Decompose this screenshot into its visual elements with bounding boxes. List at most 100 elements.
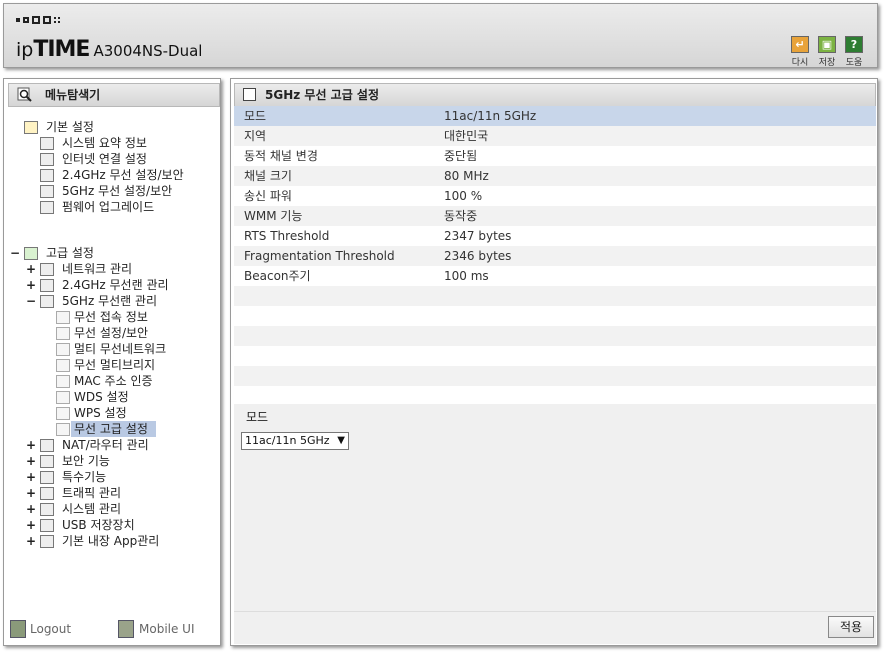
tree-label: 트래픽 관리 [62,486,122,500]
menu-label: 시스템 요약 정보 [62,136,147,150]
row-value: 100 % [444,189,483,203]
apply-button[interactable]: 적용 [828,616,874,638]
collapse-toggle[interactable]: − [10,245,20,261]
menu-label: 펌웨어 업그레이드 [62,200,155,214]
tree-network-mgmt[interactable]: + 네트워크 관리 [26,261,206,277]
logout-icon [10,620,26,638]
tree-system[interactable]: + 시스템 관리 [26,501,216,517]
tree-label: 2.4GHz 무선랜 관리 [62,278,169,292]
menu-panel: 메뉴탐색기 기본 설정 시스템 요약 정보 인터넷 연결 설정 2.4GHz 무… [3,78,221,646]
menu-label: 5GHz 무선 설정/보안 [62,184,173,198]
menu-label: 무선 고급 설정 [71,421,156,437]
expand-toggle[interactable]: + [26,501,36,517]
expand-toggle[interactable]: + [26,469,36,485]
expand-toggle[interactable]: + [26,533,36,549]
menu-label: 무선 설정/보안 [74,326,149,340]
special-icon [40,471,54,484]
help-button[interactable]: ? 도움 [842,36,866,68]
mode-select[interactable]: 11ac/11n 5GHz ▼ [241,432,349,450]
page-icon [56,327,70,340]
menu-wifi5-setup[interactable]: 5GHz 무선 설정/보안 [40,183,215,199]
menu-wifi5-wps[interactable]: WPS 설정 [56,405,216,421]
expand-toggle[interactable]: + [26,261,36,277]
menu-wifi5-conn-info[interactable]: 무선 접속 정보 [56,309,216,325]
page-icon [56,375,70,388]
row-value: 2346 bytes [444,249,512,263]
settings-page-icon [243,88,256,101]
refresh-button[interactable]: ↵ 다시 [788,36,812,68]
chart-icon [40,503,54,516]
menu-wifi5-security[interactable]: 무선 설정/보안 [56,325,216,341]
expand-toggle[interactable]: + [26,437,36,453]
row-key: 송신 파워 [244,189,292,203]
section-title: 5GHz 무선 고급 설정 [234,83,876,107]
refresh-label: 다시 [791,58,809,68]
tree-wifi5-mgmt[interactable]: − 5GHz 무선랜 관리 [26,293,216,309]
row-key: WMM 기능 [244,209,303,223]
mode-select-value: 11ac/11n 5GHz [245,434,330,447]
menu-wifi5-wds[interactable]: WDS 설정 [56,389,216,405]
row-value: 대한민국 [444,129,489,143]
expand-toggle[interactable]: + [26,453,36,469]
menu-wifi5-advanced[interactable]: 무선 고급 설정 [56,421,216,437]
logout-button[interactable]: Logout [10,619,90,639]
save-icon: ▣ [818,36,836,53]
expand-toggle[interactable]: + [26,517,36,533]
tree-label: 시스템 관리 [62,502,122,516]
content-panel: 5GHz 무선 고급 설정 모드 11ac/11n 5GHz 지역 대한민국 동적 … [230,78,878,646]
lock-icon [40,455,54,468]
wifi-icon [40,185,54,198]
tree-special[interactable]: + 특수기능 [26,469,216,485]
row-key: 모드 [244,109,267,123]
section-title-text: 5GHz 무선 고급 설정 [265,88,380,102]
expand-toggle[interactable]: + [26,277,36,293]
row-key: 채널 크기 [244,169,292,183]
table-row: 동적 채널 변경 중단됨 [234,146,876,166]
row-key: RTS Threshold [244,229,330,243]
tree-security[interactable]: + 보안 기능 [26,453,216,469]
row-value: 80 MHz [444,169,489,183]
refresh-icon: ↵ [791,36,809,53]
menu-firmware-upgrade[interactable]: 펌웨어 업그레이드 [40,199,210,215]
menu-wifi5-multibridge[interactable]: 무선 멀티브리지 [56,357,216,373]
row-key: Beacon주기 [244,269,311,283]
menu-wifi5-multi-ssid[interactable]: 멀티 무선네트워크 [56,341,216,357]
tree-label: USB 저장장치 [62,518,135,532]
row-value: 100 ms [444,269,489,283]
table-row: RTS Threshold 2347 bytes [234,226,876,246]
tree-builtin-apps[interactable]: + 기본 내장 App관리 [26,533,216,549]
menu-label: WPS 설정 [74,406,127,420]
table-row [234,366,876,386]
tree-label: 기본 설정 [46,120,94,134]
menu-wifi24-setup[interactable]: 2.4GHz 무선 설정/보안 [40,167,215,183]
tree-advanced-settings[interactable]: − 고급 설정 [10,245,200,261]
menu-panel-title: 메뉴탐색기 [8,83,220,107]
expand-toggle[interactable]: + [26,485,36,501]
mode-label: 모드 [246,410,269,424]
tree-wifi24-mgmt[interactable]: + 2.4GHz 무선랜 관리 [26,277,216,293]
tree-label: 보안 기능 [62,454,110,468]
table-row: Beacon주기 100 ms [234,266,876,286]
menu-system-summary[interactable]: 시스템 요약 정보 [40,135,210,151]
tree-basic-settings[interactable]: 기본 설정 [24,119,214,135]
settings-table: 모드 11ac/11n 5GHz 지역 대한민국 동적 채널 변경 중단됨 채널 크기… [234,106,876,406]
table-row: 모드 11ac/11n 5GHz [234,106,876,126]
tree-traffic[interactable]: + 트래픽 관리 [26,485,216,501]
table-row: WMM 기능 동작중 [234,206,876,226]
menu-wifi5-mac-auth[interactable]: MAC 주소 인증 [56,373,216,389]
tree-label: 고급 설정 [46,246,94,260]
chevron-down-icon: ▼ [337,435,345,446]
mobile-ui-button[interactable]: Mobile UI [118,619,214,639]
upgrade-icon [40,201,54,214]
table-row [234,286,876,306]
wifi-icon [40,295,54,308]
header-bar: ipTIME A3004NS-Dual ↵ 다시 ▣ 저장 ? 도움 [3,3,878,68]
brand-logo-mark [16,16,60,24]
collapse-toggle[interactable]: − [26,293,36,309]
save-button[interactable]: ▣ 저장 [815,36,839,68]
menu-internet-setup[interactable]: 인터넷 연결 설정 [40,151,210,167]
tree-usb[interactable]: + USB 저장장치 [26,517,216,533]
edit-area: 모드 11ac/11n 5GHz ▼ [234,404,876,611]
tree-nat-router[interactable]: + NAT/라우터 관리 [26,437,216,453]
mobile-ui-label: Mobile UI [139,622,195,636]
